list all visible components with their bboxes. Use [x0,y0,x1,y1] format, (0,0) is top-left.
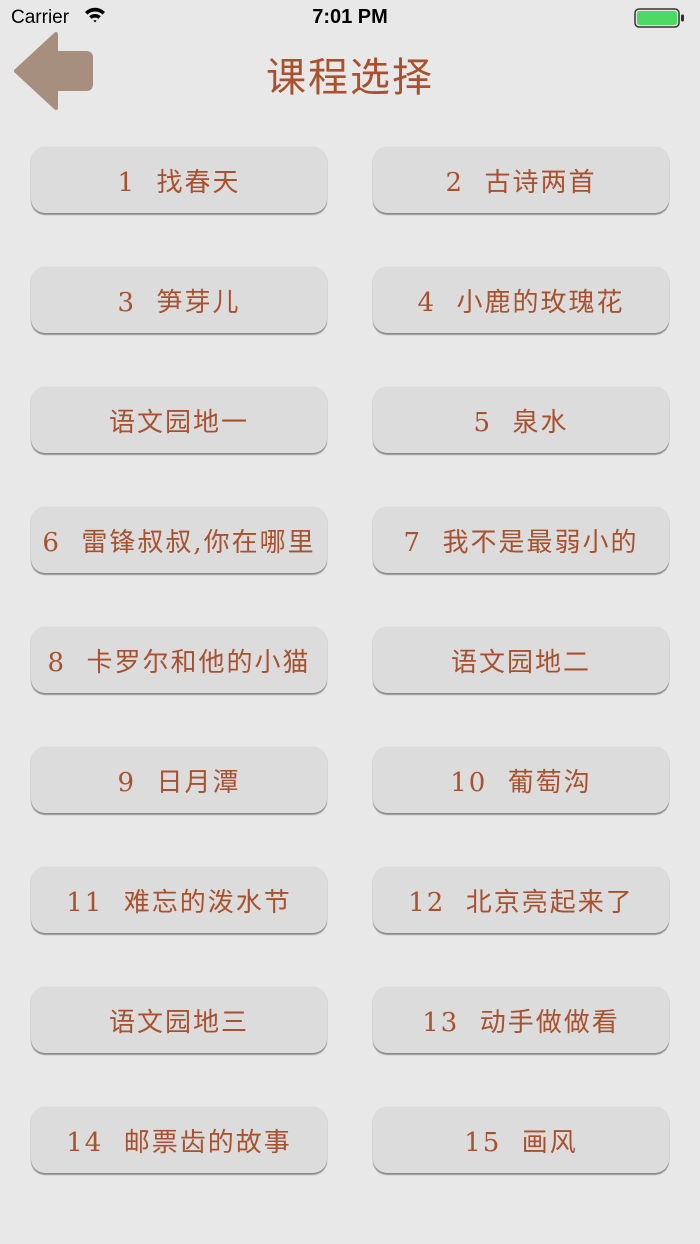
lesson-button[interactable]: 语文园地二 [373,627,669,693]
lesson-button[interactable]: 14 邮票齿的故事 [31,1107,327,1173]
battery-icon [634,8,684,28]
lesson-button[interactable]: 7 我不是最弱小的 [373,507,669,573]
lesson-button[interactable]: 5 泉水 [373,387,669,453]
status-bar: Carrier 7:01 PM [0,0,700,36]
lesson-grid: 1 找春天 2 古诗两首 3 笋芽儿 4 小鹿的玫瑰花 语文园地一 5 泉水 6 雷锋叔叔,… [31,147,669,1173]
lesson-button[interactable]: 11 难忘的泼水节 [31,867,327,933]
lesson-button[interactable]: 12 北京亮起来了 [373,867,669,933]
clock: 7:01 PM [312,6,388,28]
lesson-button[interactable]: 3 笋芽儿 [31,267,327,333]
lesson-button[interactable]: 1 找春天 [31,147,327,213]
page-title: 课程选择 [266,55,434,101]
lesson-button[interactable]: 8 卡罗尔和他的小猫 [31,627,327,693]
lesson-button[interactable]: 6 雷锋叔叔,你在哪里 [31,507,327,573]
lesson-button[interactable]: 9 日月潭 [31,747,327,813]
lesson-button[interactable]: 15 画风 [373,1107,669,1173]
lesson-button[interactable]: 2 古诗两首 [373,147,669,213]
lesson-button[interactable]: 10 葡萄沟 [373,747,669,813]
lesson-button[interactable]: 语文园地一 [31,387,327,453]
lesson-button[interactable]: 4 小鹿的玫瑰花 [373,267,669,333]
lesson-button[interactable]: 语文园地三 [31,987,327,1053]
lesson-button[interactable]: 13 动手做做看 [373,987,669,1053]
